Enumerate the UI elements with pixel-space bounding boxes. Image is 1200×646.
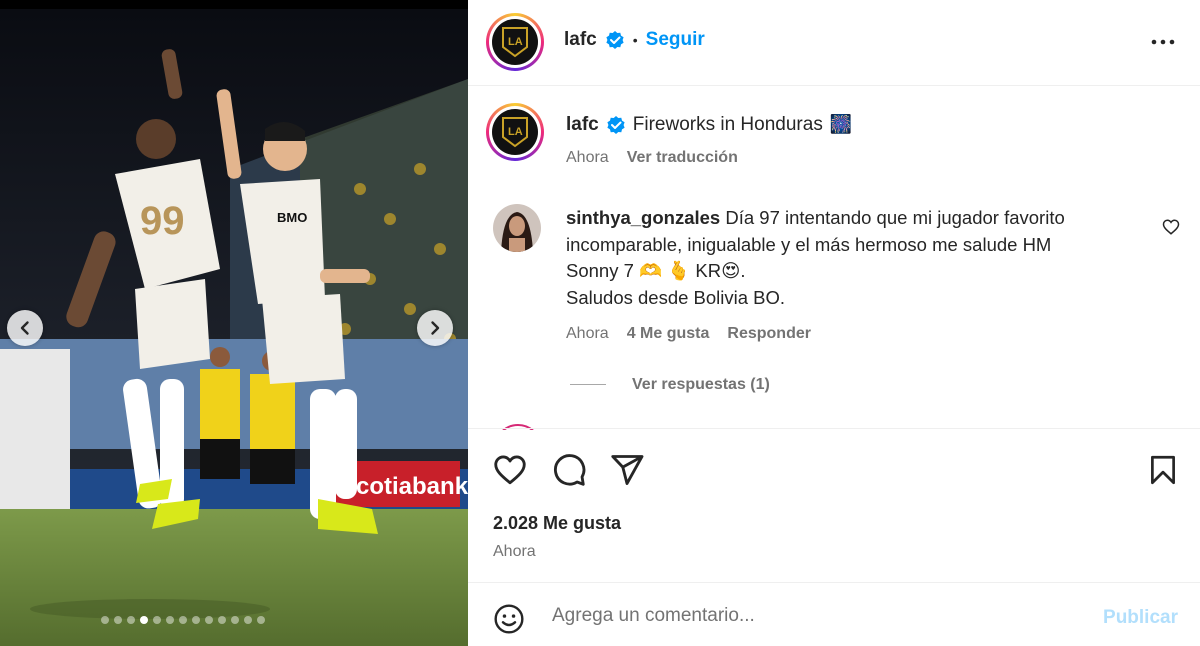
- caption-text: Fireworks in Honduras: [632, 114, 823, 135]
- carousel-dot: [257, 616, 265, 624]
- post-actions: 2.028 Me gusta Ahora: [468, 428, 1200, 582]
- media-top-bar: [0, 0, 468, 9]
- author-username[interactable]: lafc: [564, 29, 597, 51]
- post-media: Scotiabank 99 BMO: [0, 0, 468, 646]
- post-details-panel: LA lafc • Seguir LA lafc Fireworks in Ho…: [468, 0, 1200, 646]
- lafc-logo-icon: LA: [492, 109, 538, 155]
- comment-like-icon[interactable]: [1162, 218, 1180, 236]
- post-header: LA lafc • Seguir: [468, 0, 1200, 86]
- svg-text:Scotiabank: Scotiabank: [340, 473, 468, 500]
- like-icon[interactable]: [492, 452, 528, 488]
- comment-text-line4: Saludos desde Bolivia BO.: [566, 286, 786, 308]
- carousel-dot: [140, 616, 148, 624]
- carousel-prev-button[interactable]: [7, 310, 43, 346]
- svg-text:LA: LA: [508, 126, 523, 138]
- lafc-logo-icon: LA: [492, 19, 538, 65]
- translate-button[interactable]: Ver traducción: [627, 149, 738, 167]
- more-horizontal-icon: [1151, 39, 1175, 45]
- caption-username[interactable]: lafc: [566, 111, 599, 138]
- view-replies-label: Ver respuestas (1): [632, 376, 770, 393]
- svg-text:BMO: BMO: [277, 210, 307, 225]
- carousel-dot: [127, 616, 135, 624]
- view-replies-button[interactable]: Ver respuestas (1): [570, 376, 770, 394]
- comment-time[interactable]: Ahora: [566, 325, 609, 343]
- more-options-button[interactable]: [1150, 30, 1176, 59]
- chevron-right-icon: [431, 321, 440, 335]
- carousel-dot: [101, 616, 109, 624]
- carousel-dot: [244, 616, 252, 624]
- carousel-dot: [218, 616, 226, 624]
- carousel-dot: [153, 616, 161, 624]
- comment-text-line2: incomparable, inigualable y el más hermo…: [566, 233, 1052, 255]
- carousel-dot: [166, 616, 174, 624]
- svg-text:99: 99: [140, 199, 185, 243]
- carousel-dot: [192, 616, 200, 624]
- carousel-next-button[interactable]: [417, 310, 453, 346]
- post-time[interactable]: Ahora: [493, 543, 536, 561]
- caption-author-avatar[interactable]: LA: [486, 103, 544, 161]
- share-icon[interactable]: [609, 452, 645, 488]
- emoji-icon[interactable]: [493, 603, 525, 635]
- author-avatar[interactable]: LA: [486, 13, 544, 71]
- bookmark-icon[interactable]: [1146, 452, 1180, 488]
- add-comment-bar: Publicar: [468, 582, 1200, 646]
- commenter-avatar[interactable]: [493, 204, 541, 252]
- reply-button[interactable]: Responder: [727, 325, 811, 343]
- carousel-dot: [179, 616, 187, 624]
- comment-likes[interactable]: 4 Me gusta: [627, 325, 710, 343]
- likes-count[interactable]: 2.028 Me gusta: [493, 513, 621, 534]
- comment-text-line1: Día 97 intentando que mi jugador favorit…: [725, 207, 1065, 228]
- comment-text-line3: Sonny 7 🫶 🫰 KR😍.: [566, 260, 746, 281]
- replies-divider: [570, 384, 606, 386]
- caption-emoji: 🎆: [829, 114, 853, 134]
- publish-button[interactable]: Publicar: [1103, 607, 1178, 629]
- carousel-dot: [205, 616, 213, 624]
- verified-badge-icon: [607, 115, 625, 134]
- carousel-dot: [231, 616, 239, 624]
- comment-input[interactable]: [552, 603, 1072, 629]
- comment-icon[interactable]: [551, 452, 587, 488]
- post-photo: Scotiabank 99 BMO: [0, 9, 468, 646]
- commenter-username[interactable]: sinthya_gonzales: [566, 207, 720, 228]
- chevron-left-icon: [20, 321, 29, 335]
- header-separator: •: [632, 32, 638, 48]
- carousel-indicator: [101, 616, 265, 624]
- caption-time[interactable]: Ahora: [566, 149, 609, 167]
- follow-button[interactable]: Seguir: [646, 29, 705, 51]
- svg-text:LA: LA: [508, 36, 523, 48]
- verified-badge-icon: [606, 31, 624, 49]
- carousel-dot: [114, 616, 122, 624]
